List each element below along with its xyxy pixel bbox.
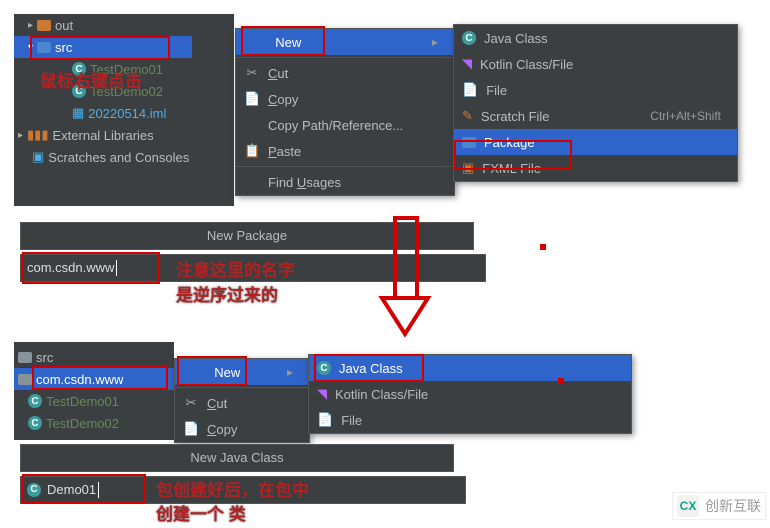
annotation-text: 创建一个 类 [156,500,246,525]
tree-label: out [55,18,73,33]
class-icon: C [28,416,42,430]
tree-row-td1[interactable]: C TestDemo01 [14,390,174,412]
scratches-icon: ▣ [32,149,44,165]
menu-item-copy[interactable]: 📄 Copy [175,416,309,442]
annotation-box [30,36,170,60]
folder-icon [18,352,32,363]
annotation-box [241,26,325,56]
menu-item-scratch[interactable]: ✎ Scratch File Ctrl+Alt+Shift [454,103,737,129]
annotation-text: 鼠标右键点击 [40,67,142,92]
menu-item-findusages[interactable]: Find Usages [236,169,454,195]
dot-marker [558,378,564,384]
menu-item-cut[interactable]: ✂ Cut [175,390,309,416]
class-icon: C [462,31,476,45]
folder-icon [18,374,32,385]
menu-item-kotlin[interactable]: ◥ Kotlin Class/File [454,51,737,77]
menu-item-cut[interactable]: ✂ Cut [236,60,454,86]
scratch-icon: ✎ [462,108,473,124]
annotation-text: 是逆序过来的 [176,281,278,306]
folder-icon [37,20,51,31]
annotation-text: 包创建好后，在包中 [156,476,309,501]
annotation-box [454,140,572,170]
annotation-box [314,354,424,382]
tree-label: TestDemo02 [46,416,119,431]
tree-label: Scratches and Consoles [48,150,189,165]
project-tree-2[interactable]: src com.csdn.www C TestDemo01 C TestDemo… [14,342,174,440]
kotlin-icon: ◥ [317,386,327,402]
cut-icon: ✂ [183,395,199,411]
tree-row-td2[interactable]: C TestDemo02 [14,412,174,434]
chevron-right-icon: ▸ [432,35,438,49]
menu-item-copypath[interactable]: Copy Path/Reference... [236,112,454,138]
copy-icon: 📄 [244,91,260,107]
menu-item-file[interactable]: 📄 File [309,407,631,433]
file-icon: ▦ [72,105,84,121]
cut-icon: ✂ [244,65,260,81]
watermark: CX 创新互联 [672,492,766,520]
tree-label: External Libraries [53,128,154,143]
tree-row-src[interactable]: src [14,346,174,368]
menu-item-paste[interactable]: 📋 Paste [236,138,454,164]
paste-icon: 📋 [244,143,260,159]
tree-row-scratches[interactable]: ▣ Scratches and Consoles [14,146,234,168]
annotation-box [32,366,168,390]
class-icon: C [28,394,42,408]
tree-row-out[interactable]: ▸ out [14,14,234,36]
kotlin-icon: ◥ [462,56,472,72]
chevron-right-icon: ▸ [287,365,293,379]
chevron-right-icon: ▸ [18,130,23,141]
arrow-icon [380,218,430,338]
tree-label: 20220514.iml [88,106,166,121]
annotation-box [22,474,146,504]
tree-row-external-libs[interactable]: ▸ ▮▮▮ External Libraries [14,124,234,146]
library-icon: ▮▮▮ [27,127,48,143]
logo-icon: CX [677,495,699,517]
tree-label: src [36,350,53,365]
copy-icon: 📄 [183,421,199,437]
annotation-box [22,252,160,284]
tree-label: TestDemo01 [46,394,119,409]
chevron-right-icon: ▸ [28,20,33,31]
menu-item-kotlin[interactable]: ◥ Kotlin Class/File [309,381,631,407]
annotation-box [177,356,247,386]
file-icon: 📄 [317,412,333,428]
menu-item-java-class[interactable]: C Java Class [454,25,737,51]
dot-marker [540,244,546,250]
menu-item-file[interactable]: 📄 File [454,77,737,103]
menu-item-copy[interactable]: 📄 Copy [236,86,454,112]
annotation-text: 注意这里的名字 [176,256,295,281]
new-class-title: New Java Class [20,444,454,472]
file-icon: 📄 [462,82,478,98]
tree-row-iml[interactable]: ▦ 20220514.iml [14,102,234,124]
